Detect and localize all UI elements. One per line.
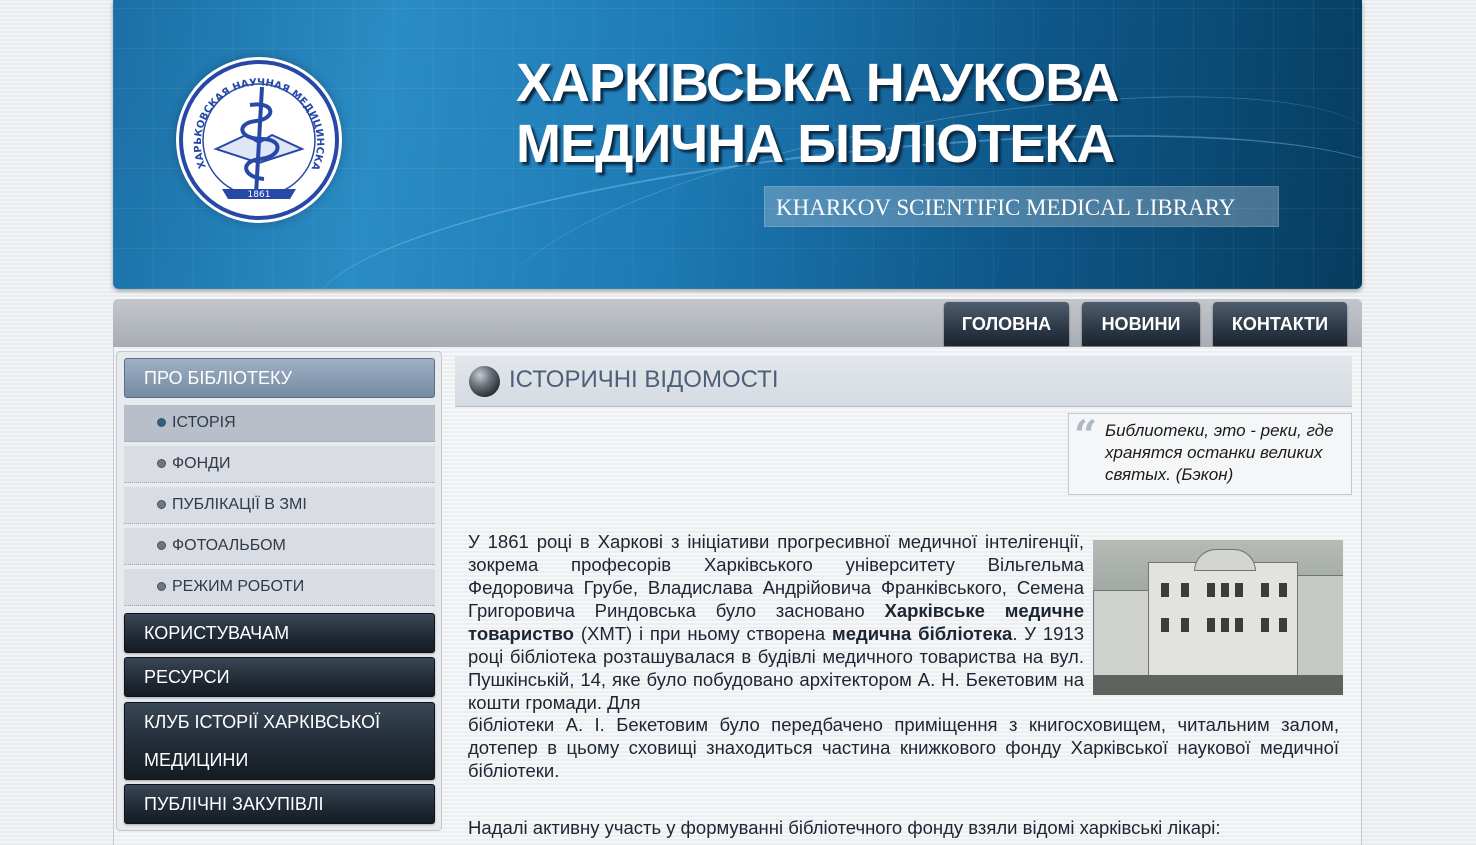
sidebar-subitem-media[interactable]: ПУБЛІКАЦІЇ В ЗМІ xyxy=(124,487,435,524)
quote-mark-icon: “ xyxy=(1074,412,1098,459)
photo-right-wing xyxy=(1293,575,1343,680)
sidebar-subitem-label: ФОТОАЛЬБОМ xyxy=(172,537,286,554)
sidebar-subitem-label: ПУБЛІКАЦІЇ В ЗМІ xyxy=(172,496,307,513)
sidebar-subitem-label: ІСТОРІЯ xyxy=(172,414,236,431)
sidebar-subitem-schedule[interactable]: РЕЖИМ РОБОТИ xyxy=(124,569,435,606)
title-bullet-icon xyxy=(469,366,500,397)
photo-window xyxy=(1235,618,1243,632)
bullet-icon xyxy=(157,541,166,550)
paragraph-text: (ХМТ) і при ньому створена xyxy=(574,623,833,644)
nav-contacts-button[interactable]: КОНТАКТИ xyxy=(1213,302,1347,346)
historic-building-photo xyxy=(1093,540,1343,695)
history-paragraph-2: Надалі активну участь у формуванні біблі… xyxy=(468,817,1221,838)
photo-window xyxy=(1221,618,1229,632)
photo-window xyxy=(1181,583,1189,597)
history-paragraph-bottom: бібліотеки А. І. Бекетовим було передбач… xyxy=(468,714,1339,781)
photo-window xyxy=(1207,583,1215,597)
sidebar-subitem-history[interactable]: ІСТОРІЯ xyxy=(124,405,435,442)
sidebar-item-about-library[interactable]: ПРО БІБЛІОТЕКУ xyxy=(124,358,435,398)
photo-window xyxy=(1207,618,1215,632)
bold-text-library: медична бібліотека xyxy=(832,623,1013,644)
site-subtitle: KHARKOV SCIENTIFIC MEDICAL LIBRARY xyxy=(776,195,1236,220)
sidebar-subitem-label: РЕЖИМ РОБОТИ xyxy=(172,578,305,595)
history-paragraph-top: У 1861 році в Харкові з ініціативи прогр… xyxy=(468,530,1084,714)
bullet-icon xyxy=(157,582,166,591)
site-title-line1: ХАРКІВСЬКА НАУКОВА xyxy=(516,53,1119,113)
library-seal-logo[interactable]: 1861 ХАРЬКОВСКАЯ НАУЧНАЯ МЕДИЦИНСКАЯ БИБ… xyxy=(172,49,342,223)
sidebar-item-procurement[interactable]: ПУБЛІЧНІ ЗАКУПІВЛІ xyxy=(124,784,435,824)
bullet-icon xyxy=(157,418,166,427)
photo-window xyxy=(1261,583,1269,597)
sidebar-subitem-funds[interactable]: ФОНДИ xyxy=(124,446,435,483)
photo-window xyxy=(1181,618,1189,632)
sidebar-subitem-label: ФОНДИ xyxy=(172,455,231,472)
sidebar-item-resources[interactable]: РЕСУРСИ xyxy=(124,657,435,697)
photo-main-building xyxy=(1148,549,1298,677)
svg-text:1861: 1861 xyxy=(248,190,271,200)
photo-window xyxy=(1279,618,1287,632)
photo-window xyxy=(1161,618,1169,632)
photo-window xyxy=(1161,583,1169,597)
photo-window xyxy=(1221,583,1229,597)
nav-news-button[interactable]: НОВИНИ xyxy=(1082,302,1200,346)
photo-window xyxy=(1235,583,1243,597)
sidebar-item-history-club[interactable]: КЛУБ ІСТОРІЇ ХАРКІВСЬКОЇ МЕДИЦИНИ xyxy=(124,702,435,780)
photo-left-wing xyxy=(1093,590,1153,680)
nav-home-button[interactable]: ГОЛОВНА xyxy=(944,302,1069,346)
page-title: ІСТОРИЧНІ ВІДОМОСТІ xyxy=(509,366,779,393)
photo-window xyxy=(1261,618,1269,632)
bullet-icon xyxy=(157,500,166,509)
quote-text: Библиотеки, это - реки, где хранятся ост… xyxy=(1105,421,1334,484)
site-title-line2: МЕДИЧНА БІБЛІОТЕКА xyxy=(516,114,1115,174)
photo-window xyxy=(1279,583,1287,597)
sidebar-subitem-photoalbum[interactable]: ФОТОАЛЬБОМ xyxy=(124,528,435,565)
bullet-icon xyxy=(157,459,166,468)
seal-icon: 1861 ХАРЬКОВСКАЯ НАУЧНАЯ МЕДИЦИНСКАЯ БИБ… xyxy=(172,49,339,220)
sidebar-item-users[interactable]: КОРИСТУВАЧАМ xyxy=(124,613,435,653)
photo-street xyxy=(1093,675,1343,695)
